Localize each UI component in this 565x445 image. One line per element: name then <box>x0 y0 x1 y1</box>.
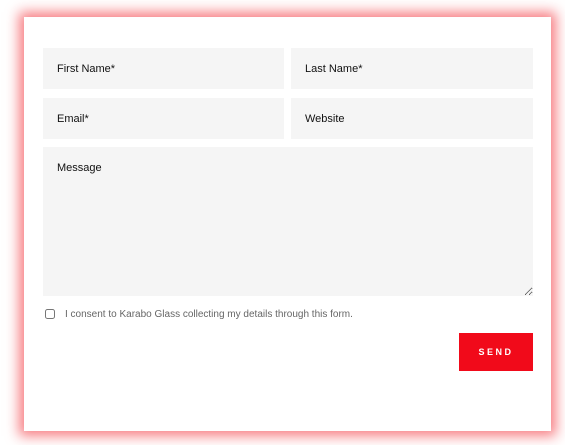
message-textarea[interactable] <box>43 147 533 296</box>
send-button[interactable]: SEND <box>459 333 533 371</box>
last-name-input[interactable] <box>291 48 533 89</box>
contact-form-card: I consent to Karabo Glass collecting my … <box>24 17 551 431</box>
website-input[interactable] <box>291 98 533 139</box>
email-input[interactable] <box>43 98 284 139</box>
page: I consent to Karabo Glass collecting my … <box>0 0 565 445</box>
first-name-input[interactable] <box>43 48 284 89</box>
consent-label: I consent to Karabo Glass collecting my … <box>65 308 353 320</box>
consent-checkbox[interactable] <box>45 309 55 319</box>
consent-row: I consent to Karabo Glass collecting my … <box>45 307 353 321</box>
